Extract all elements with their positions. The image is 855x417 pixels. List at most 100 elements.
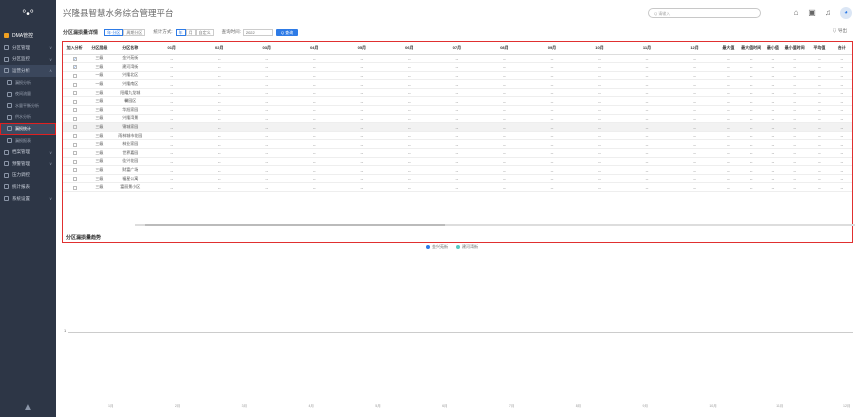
column-header[interactable]: 02月 xyxy=(195,42,243,55)
value-cell: -- xyxy=(718,174,739,184)
row-checkbox[interactable]: ✓ xyxy=(72,56,77,61)
value-cell: -- xyxy=(670,96,719,107)
search-input[interactable]: Q 请输入 xyxy=(648,8,761,18)
stat-option-month[interactable]: 月 xyxy=(185,28,196,36)
value-cell: -- xyxy=(670,88,719,98)
row-checkbox[interactable] xyxy=(72,82,77,87)
value-cell: -- xyxy=(807,54,832,64)
table-row[interactable]: ✓ 三级 建河湾街 -- -- -- -- -- -- -- -- -- -- -- -- -- -- -- -- -… xyxy=(63,62,852,72)
row-checkbox[interactable] xyxy=(72,151,77,156)
sidebar-item[interactable]: 分区管理 ∨ xyxy=(0,42,56,54)
value-cell: -- xyxy=(243,79,291,89)
screen-icon[interactable]: ▣ xyxy=(808,9,816,17)
column-header[interactable]: 最小值 xyxy=(763,42,783,55)
column-header[interactable]: 分区名称 xyxy=(112,42,148,55)
table-row[interactable]: 三级 福星公寓 -- -- -- -- -- -- -- -- -- -- -- -- -- -- -- -- --… xyxy=(63,174,852,184)
sidebar-item[interactable]: 系统设置 ∨ xyxy=(0,193,56,205)
chip-year-zone[interactable]: 年·分区 xyxy=(104,28,124,36)
value-cell: -- xyxy=(670,105,719,115)
table-row[interactable]: 三级 馨园区 -- -- -- -- -- -- -- -- -- -- -- -- -- -- -- -- -- -… xyxy=(63,96,852,107)
row-checkbox[interactable] xyxy=(72,142,77,147)
row-checkbox[interactable] xyxy=(72,91,77,96)
sidebar-item[interactable]: 夜间流量 xyxy=(0,88,56,100)
bell-icon[interactable]: ♫ xyxy=(824,9,832,17)
value-cell: -- xyxy=(623,54,671,64)
table-row[interactable]: 三级 兴隆湾景 -- -- -- -- -- -- -- -- -- -- -- -- -- -- -- -- --… xyxy=(63,114,852,124)
table-row[interactable]: 三级 阳耀九龙城 -- -- -- -- -- -- -- -- -- -- -- -- -- -- -- -- -… xyxy=(63,88,852,98)
sidebar-item[interactable]: 运营分析 ∧ xyxy=(0,65,56,77)
home-icon[interactable]: ⌂ xyxy=(792,9,800,17)
sidebar-item[interactable]: 压力调控 xyxy=(0,170,56,182)
column-header[interactable]: 加入分析 xyxy=(63,42,87,55)
column-header[interactable]: 09月 xyxy=(528,42,576,55)
table-row[interactable]: 一级 兴隆南区 -- -- -- -- -- -- -- -- -- -- -- -- -- -- -- -- --… xyxy=(63,79,852,89)
column-header[interactable]: 合计 xyxy=(831,42,852,55)
row-checkbox[interactable] xyxy=(72,125,77,130)
value-cell: -- xyxy=(782,96,808,107)
column-header[interactable]: 12月 xyxy=(670,42,719,55)
table-row[interactable]: 三级 锦城家园 -- -- -- -- -- -- -- -- -- -- -- -- -- -- -- -- --… xyxy=(63,122,852,132)
table-row[interactable]: 三级 富丽景小区 -- -- -- -- -- -- -- -- -- -- -- -- -- -- -- -- -… xyxy=(63,182,852,192)
column-header[interactable]: 最小值时间 xyxy=(782,42,808,55)
avatar[interactable]: ◕ xyxy=(840,7,852,19)
column-header[interactable]: 05月 xyxy=(338,42,386,55)
query-button[interactable]: Q 查询 xyxy=(275,28,299,36)
sidebar-item[interactable]: 漏损统计 xyxy=(0,123,56,135)
column-header[interactable]: 平均值 xyxy=(807,42,832,55)
sidebar-item[interactable]: 统计报表 xyxy=(0,181,56,193)
row-checkbox[interactable] xyxy=(72,159,77,164)
row-checkbox[interactable] xyxy=(72,99,77,104)
table-row[interactable]: 三级 林业家园 -- -- -- -- -- -- -- -- -- -- -- -- -- -- -- -- --… xyxy=(63,139,852,150)
table-row[interactable]: 三级 雨林城市花园 -- -- -- -- -- -- -- -- -- -- -- -- -- -- -- --… xyxy=(63,131,852,141)
column-header[interactable]: 03月 xyxy=(243,42,291,55)
table-row[interactable]: 三级 佳兴花园 -- -- -- -- -- -- -- -- -- -- -- -- -- -- -- -- --… xyxy=(63,157,852,167)
value-cell: -- xyxy=(338,96,386,107)
table-row[interactable]: 三级 财富广场 -- -- -- -- -- -- -- -- -- -- -- -- -- -- -- -- --… xyxy=(63,165,852,175)
value-cell: -- xyxy=(290,148,339,158)
x-tick-label: 1月 xyxy=(108,404,114,408)
row-checkbox[interactable] xyxy=(72,177,77,182)
sidebar-item[interactable]: 预警管理 ∨ xyxy=(0,158,56,170)
row-checkbox[interactable] xyxy=(72,108,77,113)
row-checkbox[interactable] xyxy=(72,185,77,190)
stat-option-year[interactable]: 年 xyxy=(175,28,186,36)
chip-period-zone[interactable]: 周期分区 xyxy=(123,28,146,36)
column-header[interactable]: 07月 xyxy=(433,42,481,55)
sidebar-item[interactable]: 供水分析 xyxy=(0,112,56,124)
column-header[interactable]: 11月 xyxy=(623,42,671,55)
legend-item[interactable]: 金兴苑街 xyxy=(426,244,448,250)
sidebar-item[interactable]: 水量平衡分析 xyxy=(0,100,56,112)
row-checkbox[interactable] xyxy=(72,73,77,78)
value-cell: -- xyxy=(718,71,739,81)
column-header[interactable]: 分区层级 xyxy=(86,42,113,55)
scrollbar-thumb[interactable] xyxy=(145,224,445,226)
horizontal-scrollbar[interactable] xyxy=(135,224,855,226)
column-header[interactable]: 01月 xyxy=(147,42,196,55)
sidebar-item[interactable]: 分区监控 ∨ xyxy=(0,54,56,66)
legend-item[interactable]: 建河湾街 xyxy=(456,244,478,250)
row-checkbox[interactable] xyxy=(72,116,77,121)
column-header[interactable]: 10月 xyxy=(575,42,624,55)
table-row[interactable]: 三级 世界嘉园 -- -- -- -- -- -- -- -- -- -- -- -- -- -- -- -- --… xyxy=(63,148,852,158)
table-row[interactable]: 三级 华旭家园 -- -- -- -- -- -- -- -- -- -- -- -- -- -- -- -- --… xyxy=(63,105,852,115)
sidebar-item[interactable]: 漏损报表 xyxy=(0,135,56,147)
column-header[interactable]: 06月 xyxy=(385,42,434,55)
row-checkbox[interactable]: ✓ xyxy=(72,65,77,70)
value-cell: -- xyxy=(738,62,764,72)
sidebar-item-dma[interactable]: DMA管控 xyxy=(0,28,56,42)
zone-name-cell: 馨园区 xyxy=(112,96,148,107)
column-header[interactable]: 04月 xyxy=(290,42,339,55)
column-header[interactable]: 最大值时间 xyxy=(738,42,764,55)
row-checkbox[interactable] xyxy=(72,134,77,139)
stat-option-custom[interactable]: 自定义 xyxy=(195,28,214,36)
row-checkbox[interactable] xyxy=(72,168,77,173)
export-button[interactable]: ⇩ 导出 xyxy=(832,28,847,34)
sidebar-item[interactable]: 漏损分析 xyxy=(0,77,56,89)
table-row[interactable]: 一级 兴隆北区 -- -- -- -- -- -- -- -- -- -- -- -- -- -- -- -- --… xyxy=(63,71,852,81)
query-date-input[interactable]: 2022 xyxy=(242,28,273,36)
column-header[interactable]: 最大值 xyxy=(718,42,739,55)
sidebar-item[interactable]: 档案管理 ∨ xyxy=(0,146,56,158)
table-row[interactable]: ✓ 三级 金兴苑街 -- -- -- -- -- -- -- -- -- -- -- -- -- -- -- -- -… xyxy=(63,54,852,64)
column-header[interactable]: 08月 xyxy=(480,42,529,55)
sidebar-item-label: 漏损报表 xyxy=(15,137,31,143)
